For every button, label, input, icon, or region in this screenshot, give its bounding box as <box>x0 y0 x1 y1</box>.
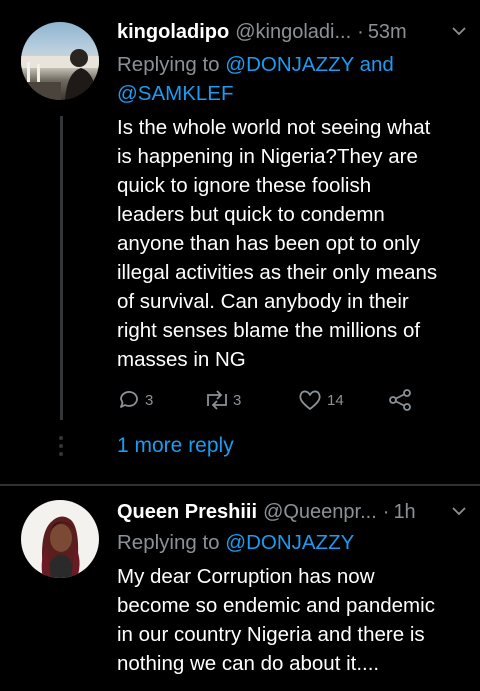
tweet-text-line: My dear Corruption has now <box>117 565 375 588</box>
tweet-actions: 3 3 14 <box>117 388 427 418</box>
share-button[interactable] <box>387 388 413 412</box>
retweet-count: 3 <box>233 391 242 409</box>
avatar-kingoladipo[interactable] <box>21 22 99 100</box>
avatar-queenpreshiii[interactable] <box>21 500 99 578</box>
thread-line <box>60 116 63 420</box>
replying-to-label: Replying to <box>117 531 220 554</box>
tweet-text-line: anyone than has been opt to only <box>117 232 421 255</box>
tweet-header: kingoladipo @kingoladi... · 53m <box>117 18 468 46</box>
tweet-text-line: illegal activities as their only means <box>117 261 438 284</box>
tweet-text-line: quick to ignore these foolish <box>117 174 372 197</box>
tweet-kingoladipo[interactable]: kingoladipo @kingoladi... · 53m Replying… <box>0 0 480 484</box>
tweet-text-line: masses in NG <box>117 348 246 371</box>
reply-count: 3 <box>145 391 154 409</box>
avatar-photo <box>41 516 80 578</box>
author-handle[interactable]: @kingoladi... <box>235 21 351 44</box>
separator-dot: · <box>357 20 364 43</box>
heart-icon <box>297 388 323 412</box>
tweet-text-line: right senses blame the millions of <box>117 319 421 342</box>
tweet-text-line: nothing we can do about it.... <box>117 652 380 675</box>
tweet-body: Is the whole world not seeing what is ha… <box>117 113 472 374</box>
tweet-time[interactable]: 1h <box>393 501 415 524</box>
replying-to: Replying to @DONJAZZY <box>117 528 457 557</box>
retweet-icon <box>203 388 231 412</box>
like-count: 14 <box>327 391 344 409</box>
chevron-down-icon[interactable] <box>450 22 468 40</box>
author-name[interactable]: kingoladipo <box>117 21 229 44</box>
tweet-text-line: in our country Nigeria and there is <box>117 623 425 646</box>
tweet-text-line: leaders but quick to condemn <box>117 203 385 226</box>
reply-icon <box>117 388 141 412</box>
author-name[interactable]: Queen Preshiii <box>117 501 257 524</box>
mention-link[interactable]: @SAMKLEF <box>117 82 234 105</box>
mention-and[interactable]: and <box>360 53 394 76</box>
tweet-queenpreshiii[interactable]: Queen Preshiii @Queenpr... · 1h Replying… <box>0 486 480 691</box>
tweet-text-line: is happening in Nigeria?They are <box>117 145 418 168</box>
share-icon <box>387 388 413 412</box>
separator-dot: · <box>382 500 390 523</box>
tweet-time[interactable]: 53m <box>368 21 407 44</box>
mention-link[interactable]: @DONJAZZY <box>225 53 354 76</box>
tweet-text-line: Is the whole world not seeing what <box>117 116 431 139</box>
tweet-text-line: become so endemic and pandemic <box>117 594 435 617</box>
tweet-body: My dear Corruption has now become so end… <box>117 562 472 678</box>
reply-button[interactable]: 3 <box>117 388 153 412</box>
more-replies-link[interactable]: 1 more reply <box>117 434 234 458</box>
replying-to-label: Replying to <box>117 53 220 76</box>
replying-to: Replying to @DONJAZZY and @SAMKLEF <box>117 50 457 108</box>
avatar-photo <box>21 49 99 100</box>
author-handle[interactable]: @Queenpr... <box>263 501 377 524</box>
tweet-header: Queen Preshiii @Queenpr... · 1h <box>117 498 468 526</box>
chevron-down-icon[interactable] <box>450 502 468 520</box>
like-button[interactable]: 14 <box>297 388 344 412</box>
mention-link[interactable]: @DONJAZZY <box>225 531 354 554</box>
retweet-button[interactable]: 3 <box>203 388 241 412</box>
tweet-text-line: of survival. Can anybody in their <box>117 290 409 313</box>
